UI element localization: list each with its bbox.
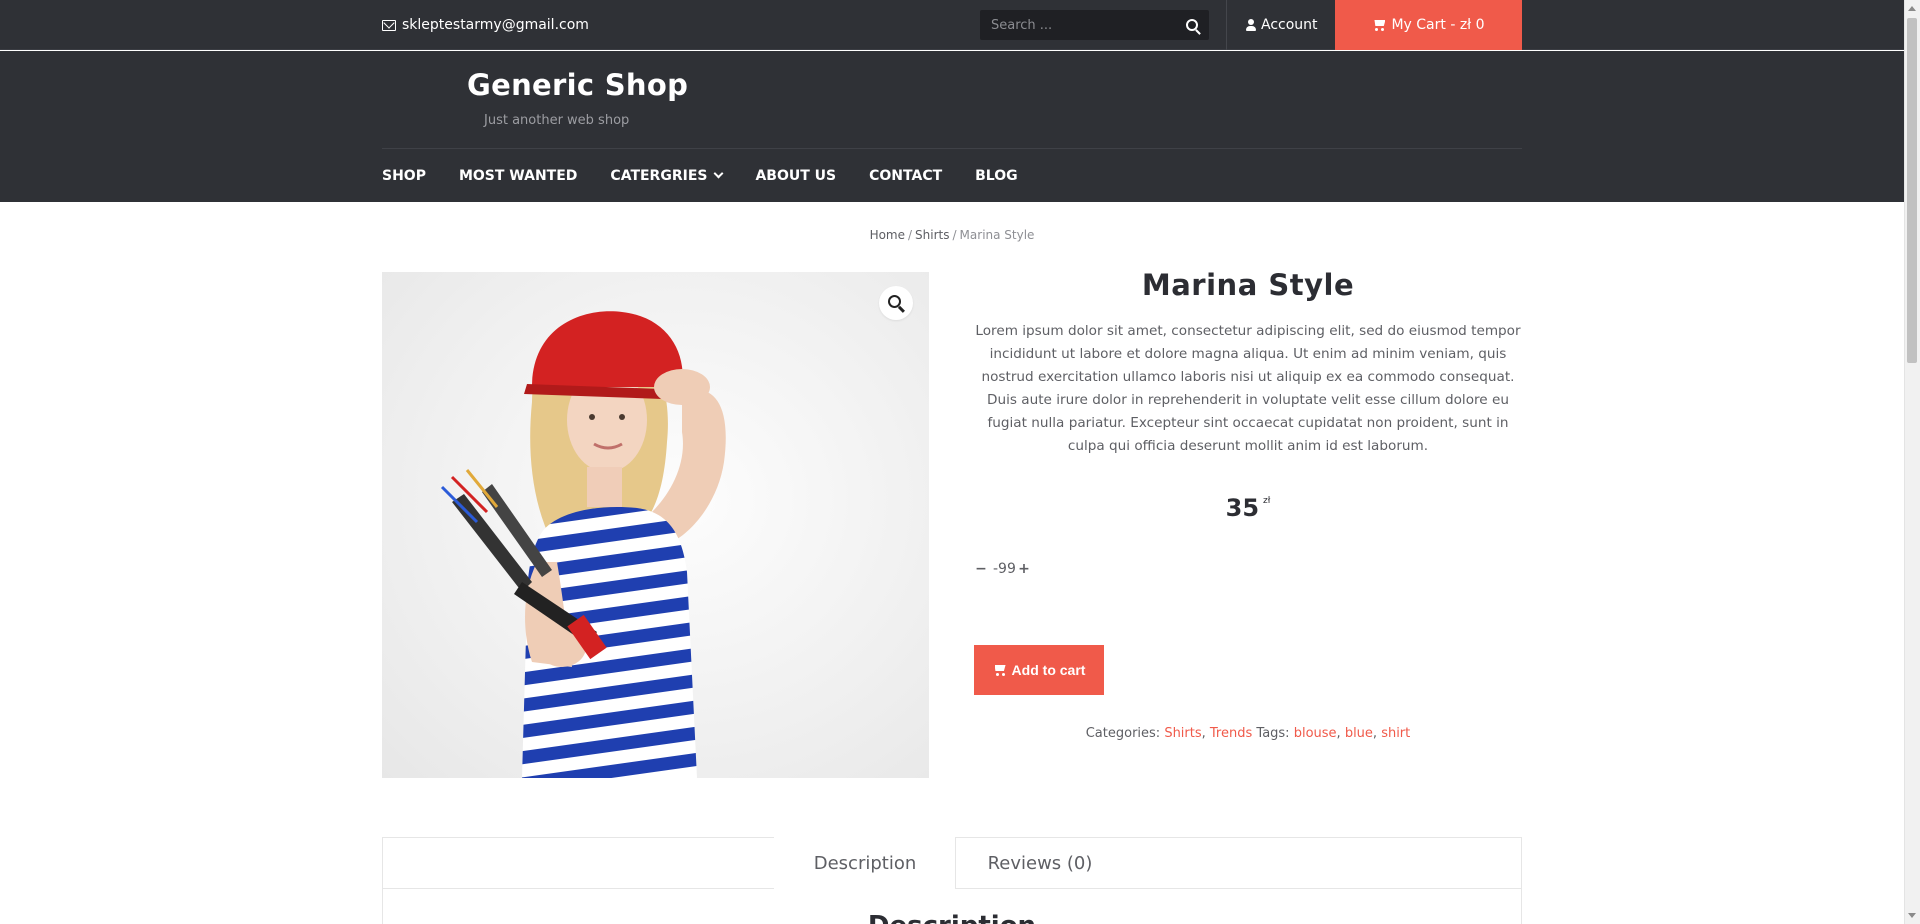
category-link[interactable]: Shirts	[1164, 726, 1201, 741]
scroll-down-icon[interactable]	[1908, 913, 1916, 918]
nav-item-label: CONTACT	[869, 167, 943, 184]
price-currency: zł	[1263, 496, 1271, 506]
breadcrumb-separator: /	[908, 228, 913, 242]
quantity-input[interactable]	[993, 558, 1015, 580]
nav-item-label: CATERGRIES	[610, 167, 708, 184]
breadcrumb-home[interactable]: Home	[870, 228, 905, 242]
tabs-divider	[382, 888, 774, 889]
zoom-button[interactable]	[879, 286, 913, 320]
contact-email[interactable]: skleptestarmy@gmail.com	[382, 0, 589, 50]
scroll-up-icon[interactable]	[1908, 6, 1916, 11]
product-price: 35 zł	[974, 494, 1522, 522]
nav-item-label: BLOG	[975, 167, 1018, 184]
breadcrumb: Home / Shirts / Marina Style	[0, 228, 1904, 242]
tag-link[interactable]: blue	[1345, 726, 1373, 741]
category-link[interactable]: Trends	[1210, 726, 1252, 741]
quantity-stepper: − +	[974, 558, 1031, 580]
top-bar: skleptestarmy@gmail.com Account My Cart …	[0, 0, 1904, 50]
quantity-increase-button[interactable]: +	[1017, 558, 1031, 580]
product-description: Lorem ipsum dolor sit amet, consectetur …	[975, 323, 1521, 454]
chevron-down-icon	[714, 168, 724, 179]
tag-link[interactable]: blouse	[1294, 726, 1337, 741]
user-icon	[1246, 19, 1256, 31]
breadcrumb-category[interactable]: Shirts	[915, 228, 949, 242]
page: skleptestarmy@gmail.com Account My Cart …	[0, 0, 1920, 924]
nav-item-contact[interactable]: CONTACT	[869, 168, 942, 184]
price-amount: 35	[1225, 494, 1260, 522]
scrollbar-thumb[interactable]	[1907, 18, 1917, 363]
topbar-divider	[1226, 0, 1227, 50]
breadcrumb-separator: /	[952, 228, 957, 242]
shopping-cart-icon	[993, 664, 1007, 676]
add-to-cart-label: Add to cart	[1011, 662, 1086, 678]
nav-item-label: ABOUT US	[755, 167, 837, 184]
main-nav: SHOP MOST WANTED CATERGRIES ABOUT US CON…	[382, 149, 1051, 202]
account-label: Account	[1261, 17, 1318, 33]
tag-link[interactable]: shirt	[1381, 726, 1410, 741]
quantity-decrease-button[interactable]: −	[974, 558, 988, 580]
search-icon	[1186, 19, 1198, 31]
search-input[interactable]	[980, 10, 1170, 40]
site-header: Generic Shop Just another web shop SHOP …	[0, 51, 1904, 202]
tab-reviews[interactable]: Reviews (0)	[956, 837, 1124, 889]
add-to-cart-button[interactable]: Add to cart	[974, 645, 1104, 695]
cart-label: My Cart - zł 0	[1391, 17, 1485, 33]
nav-item-about-us[interactable]: ABOUT US	[755, 168, 836, 184]
search-button[interactable]	[1175, 10, 1209, 40]
product-title: Marina Style	[1141, 268, 1355, 302]
product-image[interactable]	[382, 272, 929, 778]
tab-description[interactable]: Description	[774, 837, 956, 889]
envelope-icon	[382, 19, 396, 31]
cart-button[interactable]: My Cart - zł 0	[1335, 0, 1522, 50]
tags-label: Tags:	[1256, 726, 1290, 741]
site-tagline: Just another web shop	[484, 113, 630, 128]
tab-label: Description	[813, 852, 917, 874]
product-meta: Categories: Shirts, Trends Tags: blouse,…	[1085, 726, 1411, 741]
site-title[interactable]: Generic Shop	[467, 68, 688, 102]
tab-label: Reviews (0)	[987, 852, 1093, 874]
breadcrumb-current: Marina Style	[959, 228, 1035, 242]
contact-email-text: skleptestarmy@gmail.com	[402, 17, 589, 33]
nav-item-blog[interactable]: BLOG	[975, 168, 1018, 184]
shopping-cart-icon	[1372, 19, 1386, 31]
nav-item-label: SHOP	[382, 167, 426, 184]
tab-content-heading: Description	[382, 911, 1522, 924]
nav-item-label: MOST WANTED	[458, 167, 578, 184]
nav-item-most-wanted[interactable]: MOST WANTED	[459, 168, 577, 184]
search-form	[980, 10, 1209, 40]
account-link[interactable]: Account	[1246, 0, 1318, 50]
categories-label: Categories:	[1085, 726, 1161, 741]
nav-item-categories[interactable]: CATERGRIES	[610, 167, 724, 184]
product-photo	[440, 311, 726, 778]
nav-item-shop[interactable]: SHOP	[382, 168, 426, 184]
scrollbar[interactable]	[1904, 0, 1920, 924]
magnifier-icon	[888, 295, 901, 308]
